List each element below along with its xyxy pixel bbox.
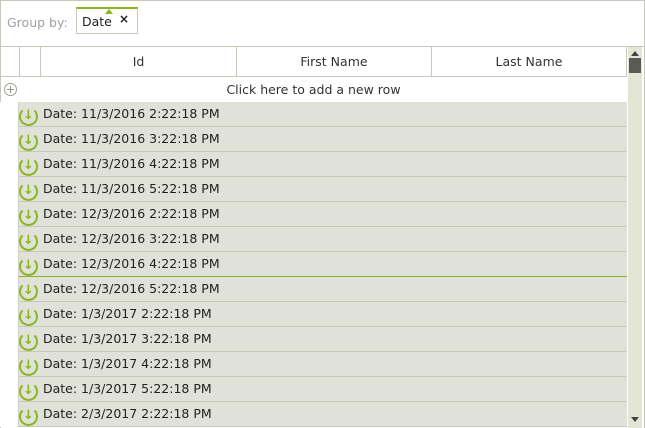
add-new-row-label: Click here to add a new row [226, 82, 401, 97]
row-indent [0, 227, 19, 252]
column-header-id[interactable]: Id [41, 47, 237, 76]
group-row[interactable]: ↓ Date: 1/3/2017 5:22:18 PM [0, 377, 627, 402]
row-indent [0, 252, 19, 277]
row-indent [0, 177, 19, 202]
group-row[interactable]: ↓ Date: 2/3/2017 2:22:18 PM [0, 402, 627, 427]
group-row-label: Date: 12/3/2016 2:22:18 PM [43, 206, 220, 221]
expand-arrow-icon[interactable]: ↓ [19, 107, 38, 126]
group-by-label: Group by: [7, 15, 68, 30]
group-row[interactable]: ↓ Date: 1/3/2017 3:22:18 PM [0, 327, 627, 352]
group-row[interactable]: ↓ Date: 12/3/2016 5:22:18 PM [0, 277, 627, 302]
group-row-label: Date: 12/3/2016 5:22:18 PM [43, 281, 220, 296]
group-row-label: Date: 12/3/2016 4:22:18 PM [43, 256, 220, 271]
header-indent [0, 47, 20, 76]
group-row-label: Date: 11/3/2016 2:22:18 PM [43, 106, 220, 121]
group-row[interactable]: ↓ Date: 12/3/2016 2:22:18 PM [0, 202, 627, 227]
group-row[interactable]: ↓ Date: 11/3/2016 5:22:18 PM [0, 177, 627, 202]
expand-arrow-icon[interactable]: ↓ [19, 332, 38, 351]
group-row-label: Date: 1/3/2017 2:22:18 PM [43, 306, 212, 321]
group-row[interactable]: ↓ Date: 1/3/2017 4:22:18 PM [0, 352, 627, 377]
row-indent [0, 152, 19, 177]
expand-arrow-icon[interactable]: ↓ [19, 407, 38, 426]
row-indent [0, 327, 19, 352]
expand-arrow-icon[interactable]: ↓ [19, 282, 38, 301]
expand-arrow-icon[interactable]: ↓ [19, 307, 38, 326]
row-indent [0, 277, 19, 302]
group-row-label: Date: 1/3/2017 5:22:18 PM [43, 381, 212, 396]
column-header-first-name[interactable]: First Name [237, 47, 432, 76]
row-indent [0, 102, 19, 127]
scrollbar-thumb[interactable] [629, 58, 641, 73]
group-row[interactable]: ↓ Date: 12/3/2016 3:22:18 PM [0, 227, 627, 252]
group-row-label: Date: 1/3/2017 3:22:18 PM [43, 331, 212, 346]
row-indent [0, 377, 19, 402]
expand-arrow-icon[interactable]: ↓ [19, 207, 38, 226]
add-new-row[interactable]: + Click here to add a new row [0, 77, 627, 102]
group-chip-label: Date [82, 14, 112, 29]
scroll-down-icon[interactable] [631, 417, 639, 422]
row-indent [0, 352, 19, 377]
expand-arrow-icon[interactable]: ↓ [19, 182, 38, 201]
expand-arrow-icon[interactable]: ↓ [19, 232, 38, 251]
expand-arrow-icon[interactable]: ↓ [19, 132, 38, 151]
row-indent [0, 302, 19, 327]
column-header-row: Id First Name Last Name [0, 47, 627, 77]
group-row-label: Date: 11/3/2016 5:22:18 PM [43, 181, 220, 196]
group-row-label: Date: 11/3/2016 3:22:18 PM [43, 131, 220, 146]
group-row-label: Date: 1/3/2017 4:22:18 PM [43, 356, 212, 371]
group-row-label: Date: 12/3/2016 3:22:18 PM [43, 231, 220, 246]
group-rows: ↓ Date: 11/3/2016 2:22:18 PM ↓ Date: 11/3/2… [0, 102, 627, 427]
close-icon[interactable]: × [119, 12, 129, 26]
expand-arrow-icon[interactable]: ↓ [19, 257, 38, 276]
group-row-label: Date: 11/3/2016 4:22:18 PM [43, 156, 220, 171]
expand-arrow-icon[interactable]: ↓ [19, 357, 38, 376]
group-chip-date[interactable]: Date × [76, 7, 138, 34]
group-row[interactable]: ↓ Date: 11/3/2016 4:22:18 PM [0, 152, 627, 177]
group-panel: Group by: Date × [0, 0, 645, 47]
expand-arrow-icon[interactable]: ↓ [19, 382, 38, 401]
group-row[interactable]: ↓ Date: 12/3/2016 4:22:18 PM [0, 252, 627, 277]
column-header-last-name[interactable]: Last Name [432, 47, 627, 76]
row-indent [0, 202, 19, 227]
vertical-scrollbar[interactable] [628, 47, 642, 428]
row-indent [0, 402, 19, 427]
header-indicator [20, 47, 41, 76]
scroll-up-icon[interactable] [631, 51, 639, 56]
row-indent [0, 127, 19, 152]
group-row[interactable]: ↓ Date: 11/3/2016 2:22:18 PM [0, 102, 627, 127]
group-row[interactable]: ↓ Date: 1/3/2017 2:22:18 PM [0, 302, 627, 327]
group-row-label: Date: 2/3/2017 2:22:18 PM [43, 406, 212, 421]
expand-arrow-icon[interactable]: ↓ [19, 157, 38, 176]
group-row[interactable]: ↓ Date: 11/3/2016 3:22:18 PM [0, 127, 627, 152]
